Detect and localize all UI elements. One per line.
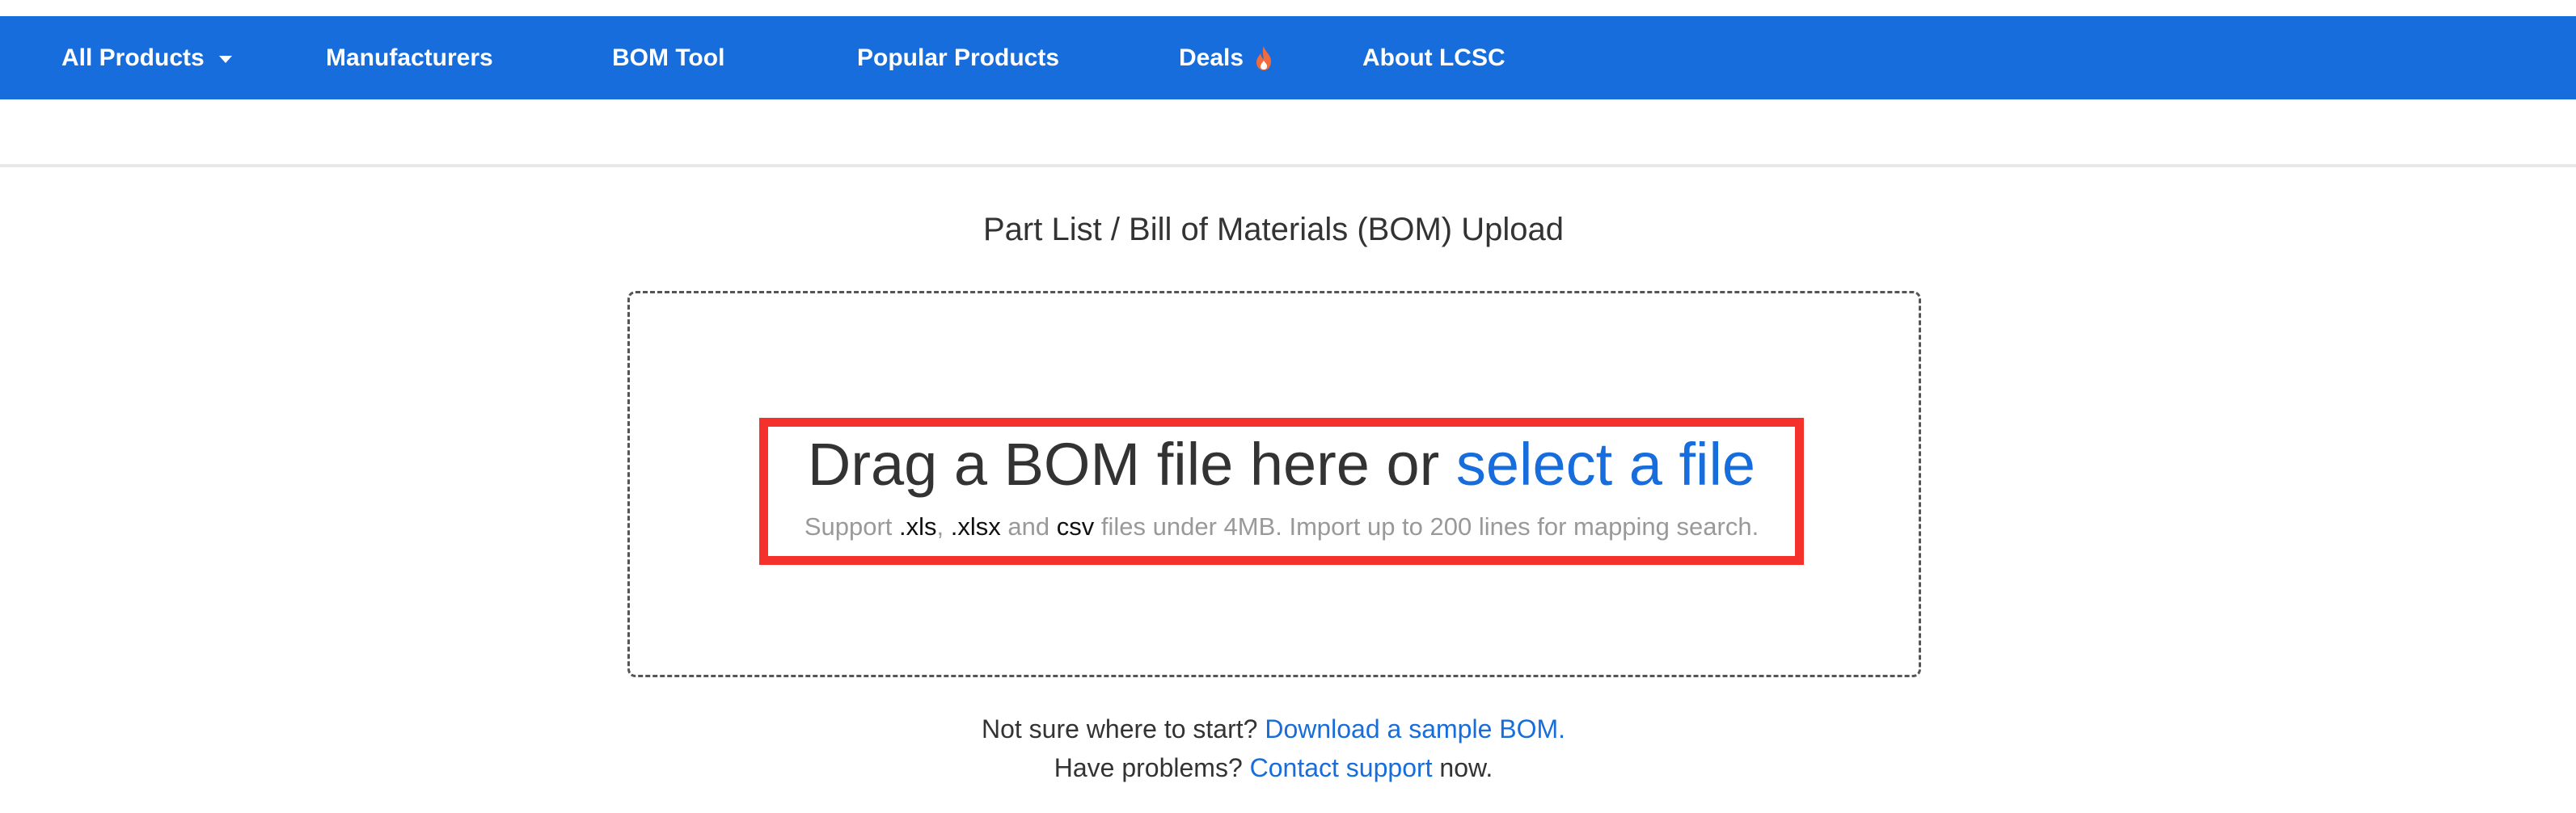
- page: All Products Manufacturers BOM Tool Popu…: [0, 0, 2576, 813]
- help-line2-suffix: now.: [1439, 753, 1493, 782]
- nav-all-products-label: All Products: [61, 44, 205, 71]
- nav-about-lcsc-label: About LCSC: [1362, 44, 1505, 71]
- download-sample-bom-link[interactable]: Download a sample BOM.: [1265, 714, 1565, 743]
- and-text: and: [1007, 512, 1050, 541]
- nav-all-products[interactable]: All Products: [61, 44, 326, 72]
- ext-csv: csv: [1056, 512, 1095, 541]
- contact-support-link[interactable]: Contact support: [1250, 753, 1433, 782]
- ext-xls: .xls: [899, 512, 937, 541]
- nav-deals[interactable]: Deals: [1179, 44, 1362, 72]
- sample-bom-help: Not sure where to start? Download a samp…: [0, 714, 2547, 744]
- ext-xlsx: .xlsx: [950, 512, 1001, 541]
- help-line1-text: Not sure where to start?: [981, 714, 1258, 743]
- ext-separator: ,: [936, 512, 944, 541]
- page-title: Part List / Bill of Materials (BOM) Uplo…: [983, 212, 1564, 247]
- nav-bom-tool-label: BOM Tool: [612, 44, 725, 71]
- nav-bom-tool[interactable]: BOM Tool: [612, 44, 857, 72]
- select-file-link[interactable]: select a file: [1456, 431, 1755, 498]
- nav-deals-label: Deals: [1179, 44, 1244, 71]
- support-help: Have problems? Contact support now.: [0, 753, 2547, 783]
- supported-formats-text: Support .xls, .xlsx and csv files under …: [759, 512, 1804, 541]
- nav-about-lcsc[interactable]: About LCSC: [1362, 44, 1505, 72]
- help-line2-text: Have problems?: [1054, 753, 1243, 782]
- caret-down-icon: [218, 56, 232, 63]
- drop-text: Drag a BOM file here or: [807, 431, 1440, 498]
- flame-icon: [1256, 45, 1272, 70]
- support-prefix: Support: [804, 512, 893, 541]
- top-navbar: All Products Manufacturers BOM Tool Popu…: [0, 16, 2576, 99]
- header-divider: [0, 164, 2576, 167]
- nav-popular-products-label: Popular Products: [857, 44, 1060, 71]
- support-suffix: files under 4MB. Import up to 200 lines …: [1100, 512, 1759, 541]
- drop-instruction: Drag a BOM file here or select a file: [759, 430, 1804, 499]
- nav-popular-products[interactable]: Popular Products: [857, 44, 1179, 72]
- nav-manufacturers[interactable]: Manufacturers: [326, 44, 612, 72]
- nav-manufacturers-label: Manufacturers: [326, 44, 493, 71]
